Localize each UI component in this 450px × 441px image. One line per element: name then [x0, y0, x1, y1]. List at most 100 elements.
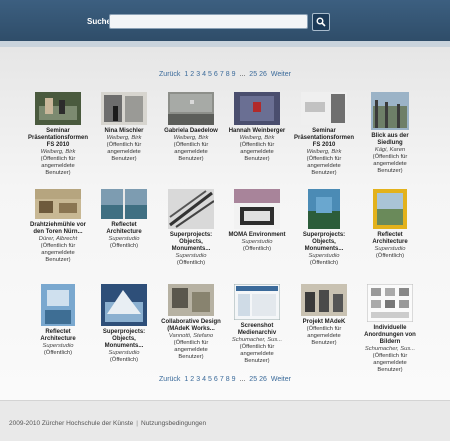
thumbnail-image[interactable] — [168, 92, 214, 125]
item-author: Superstudio — [241, 239, 273, 245]
media-item[interactable]: Gabriela Daedelow Weiberg, Birk (Öffentl… — [161, 92, 221, 163]
page-link-1[interactable]: 1 — [184, 71, 188, 78]
item-title[interactable]: Screenshot Medienarchiv — [227, 323, 287, 337]
page-link-8[interactable]: 8 — [226, 376, 230, 383]
page-link-3[interactable]: 3 — [196, 376, 200, 383]
item-author: Schumacher, Sus... — [231, 337, 283, 343]
item-permission: (Öffentlich für angemeldete Benutzer) — [306, 326, 342, 346]
item-title[interactable]: Seminar Präsentationsformen FS 2010 — [28, 128, 88, 149]
thumbnail-image[interactable] — [168, 284, 214, 316]
page-link-9[interactable]: 9 — [232, 376, 236, 383]
item-author: Weiberg, Birk — [40, 149, 76, 155]
page-link-2[interactable]: 2 — [190, 376, 194, 383]
page-link-6[interactable]: 6 — [214, 71, 218, 78]
media-item[interactable]: Reflectet Architecture Superstudio (Öffe… — [360, 189, 420, 260]
page-link-5[interactable]: 5 — [208, 71, 212, 78]
thumbnail-image[interactable] — [234, 284, 280, 320]
thumbnail-image[interactable] — [234, 189, 280, 229]
search-button[interactable] — [312, 13, 330, 31]
item-author: Superstudio — [42, 343, 74, 349]
page-link-25[interactable]: 25 — [249, 71, 257, 78]
page-link-2[interactable]: 2 — [190, 71, 194, 78]
page-link-7[interactable]: 7 — [220, 71, 224, 78]
page-link-26[interactable]: 26 — [259, 376, 267, 383]
item-title[interactable]: Seminar Präsentationsformen FS 2010 — [294, 128, 354, 149]
item-title[interactable]: Blick aus der Siedlung — [360, 133, 420, 147]
page-link-1[interactable]: 1 — [184, 376, 188, 383]
media-item[interactable]: Superprojects: Objects, Monuments... Sup… — [161, 189, 221, 267]
page-link-7[interactable]: 7 — [220, 376, 224, 383]
pagination-prev[interactable]: Zurück — [159, 376, 180, 383]
thumbnail-image[interactable] — [367, 284, 413, 322]
item-author: Weiberg, Birk — [239, 135, 275, 141]
item-title[interactable]: Individuelle Anordnungen von Bildern — [360, 325, 420, 346]
page-link-6[interactable]: 6 — [214, 376, 218, 383]
media-item[interactable]: Drahtziehmühle vor den Toren Nürn... Dür… — [28, 189, 88, 264]
search-input[interactable] — [109, 14, 308, 29]
thumbnail-image[interactable] — [101, 92, 147, 125]
item-title[interactable]: Reflectet Architecture — [28, 329, 88, 343]
media-item[interactable]: Seminar Präsentationsformen FS 2010 Weib… — [294, 92, 354, 177]
terms-link[interactable]: Nutzungsbedingungen — [141, 420, 206, 427]
thumbnail-image[interactable] — [35, 92, 81, 125]
media-item[interactable]: Hannah Weinberger Weiberg, Birk (Öffentl… — [227, 92, 287, 163]
media-item[interactable]: Projekt MAdeK (Öffentlich für angemeldet… — [294, 284, 354, 347]
item-title[interactable]: Superprojects: Objects, Monuments... — [161, 232, 221, 253]
item-author: Superstudio — [175, 253, 207, 259]
pagination-next[interactable]: Weiter — [271, 71, 291, 78]
media-item[interactable]: Superprojects: Objects, Monuments... Sup… — [294, 189, 354, 267]
item-title[interactable]: Superprojects: Objects, Monuments... — [94, 329, 154, 350]
thumbnail-image[interactable] — [371, 92, 409, 130]
media-item[interactable]: Superprojects: Objects, Monuments... Sup… — [94, 284, 154, 364]
item-title[interactable]: MOMA Environment — [227, 232, 287, 239]
media-item[interactable]: Collaborative Design (MAdeK Works... Van… — [161, 284, 221, 361]
thumbnail-image[interactable] — [101, 284, 147, 326]
item-permission: (Öffentlich) — [309, 260, 339, 266]
media-item[interactable]: Individuelle Anordnungen von Bildern Sch… — [360, 284, 420, 374]
item-title[interactable]: Reflectet Architecture — [360, 232, 420, 246]
media-item[interactable]: Screenshot Medienarchiv Schumacher, Sus.… — [227, 284, 287, 365]
item-permission: (Öffentlich) — [109, 243, 139, 249]
thumbnail-image[interactable] — [234, 92, 280, 125]
item-title[interactable]: Gabriela Daedelow — [161, 128, 221, 135]
thumbnail-image[interactable] — [373, 189, 407, 229]
item-permission: (Öffentlich) — [242, 246, 272, 252]
item-title[interactable]: Superprojects: Objects, Monuments... — [294, 232, 354, 253]
page-link-25[interactable]: 25 — [249, 376, 257, 383]
thumbnail-image[interactable] — [308, 189, 340, 229]
page-link-4[interactable]: 4 — [202, 71, 206, 78]
search-label: Suche — [87, 17, 112, 26]
footer: 2009-2010 Zürcher Hochschule der Künste |… — [0, 400, 450, 441]
thumbnail-image[interactable] — [301, 92, 347, 125]
thumbnail-image[interactable] — [35, 189, 81, 219]
thumbnail-image[interactable] — [168, 189, 214, 229]
item-title[interactable]: Drahtziehmühle vor den Toren Nürn... — [28, 222, 88, 236]
thumbnail-image[interactable] — [301, 284, 347, 316]
item-permission: (Öffentlich) — [375, 253, 405, 259]
pagination-ellipsis: ... — [239, 71, 246, 78]
item-author: Dürer, Albrecht — [38, 236, 78, 242]
item-title[interactable]: Reflectet Architecture — [94, 222, 154, 236]
thumbnail-image[interactable] — [101, 189, 147, 219]
media-item[interactable]: Seminar Präsentationsformen FS 2010 Weib… — [28, 92, 88, 177]
page-link-5[interactable]: 5 — [208, 376, 212, 383]
media-item[interactable]: MOMA Environment Superstudio (Öffentlich… — [227, 189, 287, 253]
item-title[interactable]: Projekt MAdeK — [294, 319, 354, 326]
media-item[interactable]: Reflectet Architecture Superstudio (Öffe… — [94, 189, 154, 250]
media-item[interactable]: Blick aus der Siedlung Kägi, Karen (Öffe… — [360, 92, 420, 175]
media-item[interactable]: Nina Mischler Weiberg, Birk (Öffentlich … — [94, 92, 154, 163]
item-title[interactable]: Hannah Weinberger — [227, 128, 287, 135]
page-link-8[interactable]: 8 — [226, 71, 230, 78]
page-link-9[interactable]: 9 — [232, 71, 236, 78]
pagination-prev[interactable]: Zurück — [159, 71, 180, 78]
page-link-4[interactable]: 4 — [202, 376, 206, 383]
item-permission: (Öffentlich für angemeldete Benutzer) — [239, 142, 275, 162]
item-author: Weiberg, Birk — [306, 149, 342, 155]
thumbnail-image[interactable] — [41, 284, 75, 326]
item-title[interactable]: Nina Mischler — [94, 128, 154, 135]
item-title[interactable]: Collaborative Design (MAdeK Works... — [161, 319, 221, 333]
media-item[interactable]: Reflectet Architecture Superstudio (Öffe… — [28, 284, 88, 357]
pagination-next[interactable]: Weiter — [271, 376, 291, 383]
page-link-26[interactable]: 26 — [259, 71, 267, 78]
page-link-3[interactable]: 3 — [196, 71, 200, 78]
